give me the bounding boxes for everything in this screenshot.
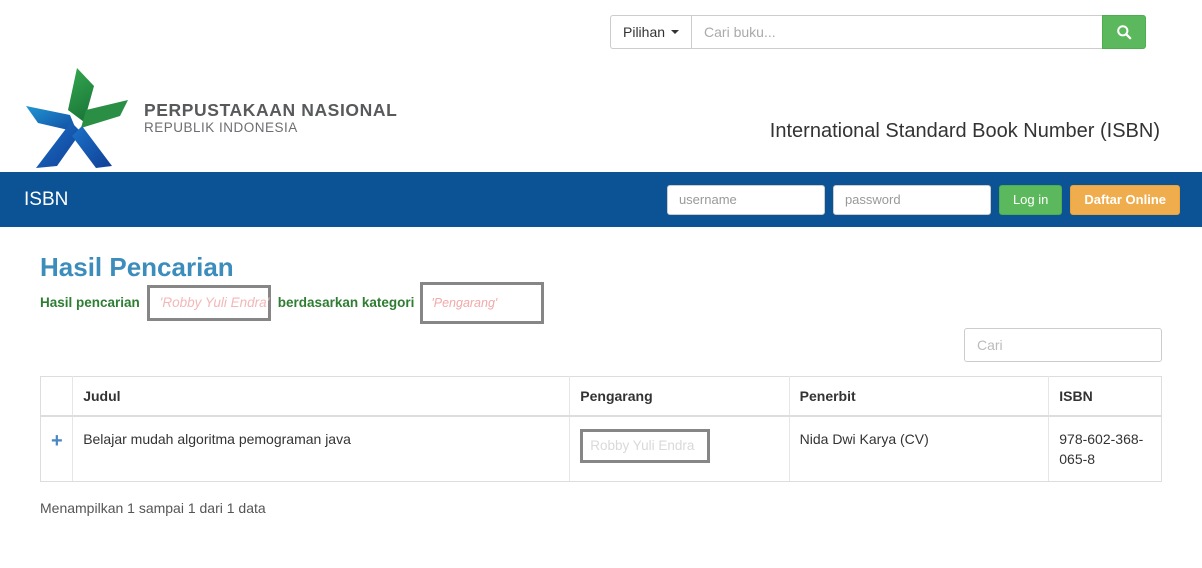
results-info: Menampilkan 1 sampai 1 dari 1 data — [40, 500, 266, 517]
row-expand-cell: + — [40, 415, 74, 483]
book-search-button[interactable] — [1102, 15, 1146, 49]
column-header-expand — [40, 376, 74, 417]
top-search-bar: Pilihan — [0, 0, 1202, 64]
subtitle-prefix: Hasil pencarian — [40, 295, 140, 311]
cell-penerbit: Nida Dwi Karya (CV) — [789, 415, 1050, 483]
book-search-group: Pilihan — [610, 15, 1146, 49]
page-heading: International Standard Book Number (ISBN… — [769, 120, 1160, 142]
password-input[interactable] — [832, 184, 991, 215]
column-header-penerbit[interactable]: Penerbit — [789, 376, 1050, 417]
table-row: + Belajar mudah algoritma pemograman jav… — [40, 415, 1162, 483]
results-subtitle: Hasil pencarian 'Robby Yuli Endra' berda… — [40, 281, 1162, 324]
results-table-head: Judul Pengarang Penerbit ISBN — [40, 376, 1162, 417]
search-category-dropdown[interactable]: Pilihan — [610, 15, 692, 49]
brand-header: PERPUSTAKAAN NASIONAL REPUBLIK INDONESIA… — [0, 64, 1202, 172]
cell-judul: Belajar mudah algoritma pemograman java — [72, 415, 571, 483]
highlighted-author: Robby Yuli Endra — [580, 428, 711, 463]
perpusnas-star-logo — [26, 68, 128, 168]
username-input[interactable] — [666, 184, 825, 215]
cell-isbn: 978-602-368-065-8 — [1048, 415, 1162, 483]
highlighted-category: 'Pengarang' — [420, 281, 545, 324]
book-search-input[interactable] — [691, 15, 1102, 49]
logo-line-2: REPUBLIK INDONESIA — [144, 119, 298, 135]
results-table: Judul Pengarang Penerbit ISBN + Belajar … — [40, 375, 1162, 483]
search-icon — [1117, 25, 1132, 40]
plus-icon[interactable]: + — [51, 429, 63, 451]
table-header-row: Judul Pengarang Penerbit ISBN — [40, 376, 1162, 417]
table-search-input[interactable] — [964, 327, 1162, 362]
results-title: Hasil Pencarian — [40, 252, 234, 282]
navbar-brand[interactable]: ISBN — [24, 189, 68, 211]
login-form: Log in Daftar Online — [666, 184, 1180, 215]
search-category-label: Pilihan — [623, 24, 666, 40]
main-content: Hasil Pencarian Hasil pencarian 'Robby Y… — [0, 227, 1202, 516]
logo-text: PERPUSTAKAAN NASIONAL REPUBLIK INDONESIA — [144, 100, 397, 136]
column-header-pengarang[interactable]: Pengarang — [569, 376, 790, 417]
register-button[interactable]: Daftar Online — [1070, 184, 1180, 215]
logo-line-1: PERPUSTAKAAN NASIONAL — [144, 99, 398, 120]
login-button[interactable]: Log in — [998, 184, 1063, 215]
results-table-body: + Belajar mudah algoritma pemograman jav… — [40, 415, 1162, 483]
table-search-row — [40, 327, 1162, 362]
cell-pengarang: Robby Yuli Endra — [569, 415, 790, 483]
main-navbar: ISBN Log in Daftar Online — [0, 172, 1202, 227]
subtitle-middle: berdasarkan kategori — [277, 295, 415, 311]
column-header-isbn[interactable]: ISBN — [1048, 376, 1162, 417]
site-logo[interactable]: PERPUSTAKAAN NASIONAL REPUBLIK INDONESIA — [24, 66, 397, 170]
column-header-judul[interactable]: Judul — [72, 376, 571, 417]
chevron-down-icon — [671, 30, 680, 34]
highlighted-keyword: 'Robby Yuli Endra' — [146, 284, 271, 321]
